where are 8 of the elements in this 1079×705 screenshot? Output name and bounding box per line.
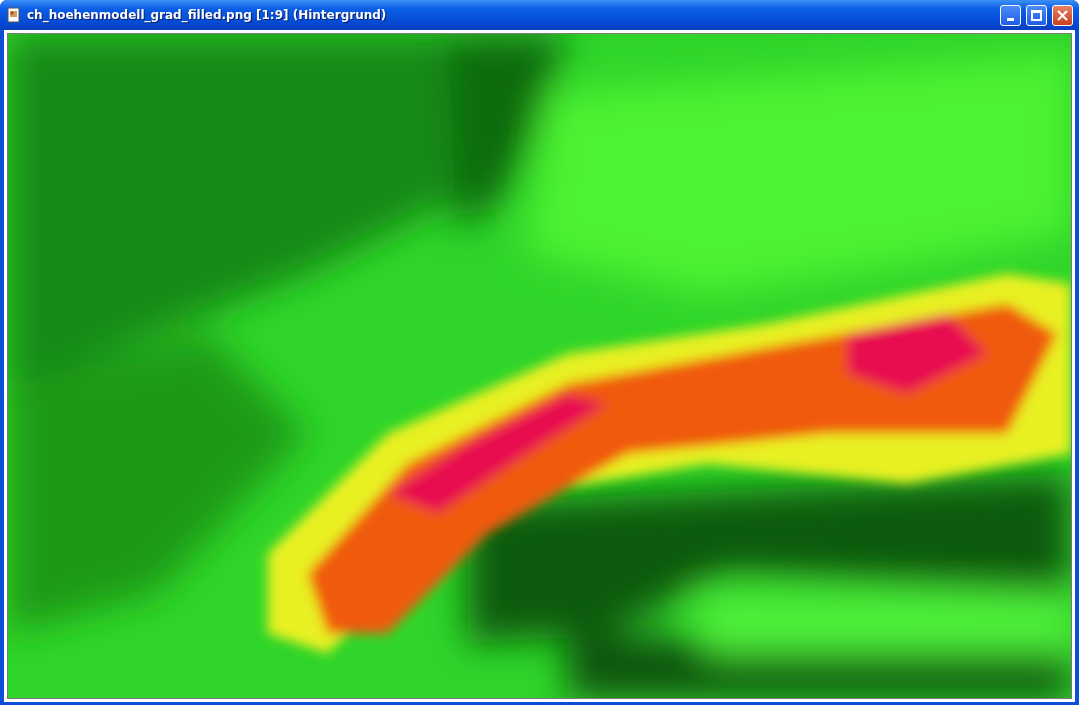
minimize-button[interactable] <box>1000 4 1021 26</box>
close-icon <box>1057 9 1068 21</box>
image-file-icon <box>6 7 22 23</box>
maximize-icon <box>1031 9 1042 21</box>
window-title: ch_hoehenmodell_grad_filled.png [1:9] (Hintergrund) <box>27 8 388 22</box>
minimize-icon <box>1007 17 1014 21</box>
maximize-button[interactable] <box>1026 4 1047 26</box>
close-button[interactable] <box>1052 4 1073 26</box>
